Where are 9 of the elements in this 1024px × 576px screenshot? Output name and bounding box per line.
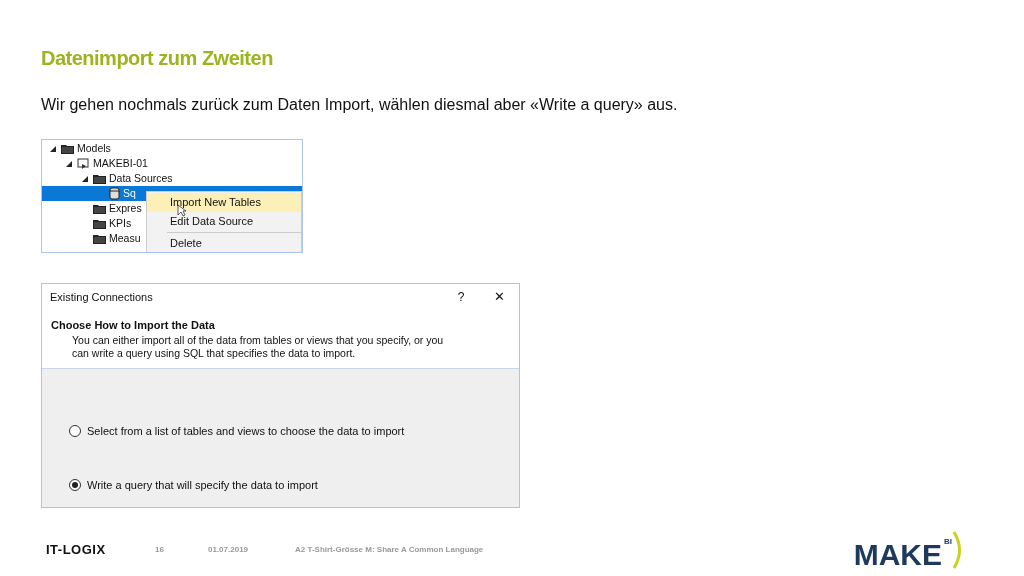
dialog-description: You can either import all of the data from tables or views that you specify, or you can write a query using SQL that specifies the data to import. (71, 333, 445, 360)
slide-title: Datenimport zum Zweiten (41, 46, 274, 71)
page-number: 16 (155, 544, 165, 556)
slide-date: 01.07.2019 (208, 544, 250, 556)
footer-title: A2 T-Shirt-Grösse M: Share A Common Language (295, 544, 484, 556)
dialog-heading: Choose How to Import the Data (50, 318, 216, 333)
slide-text: Wir gehen nochmals zurück zum Daten Import, wählen diesmal aber «Write a query» aus. (41, 95, 679, 115)
company-logo: IT-LOGIX (46, 541, 107, 560)
dialog-title: Existing Connections (50, 289, 154, 305)
